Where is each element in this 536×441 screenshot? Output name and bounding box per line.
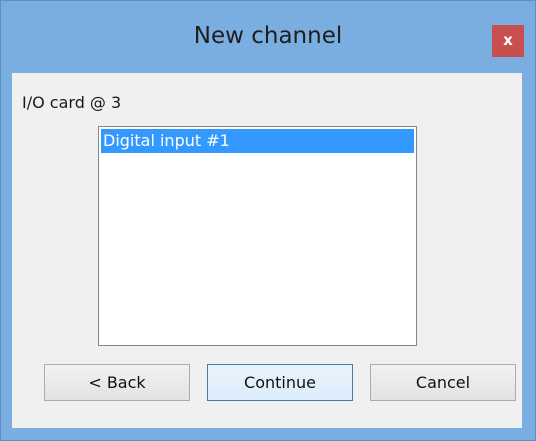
io-card-label: I/O card @ 3 [22,93,122,112]
close-button[interactable]: x [492,25,524,57]
dialog-body: I/O card @ 3 Digital input #1 < Back Con… [12,73,522,428]
list-item[interactable]: Digital input #1 [101,129,414,153]
back-button[interactable]: < Back [44,364,190,401]
continue-button[interactable]: Continue [207,364,353,401]
cancel-button[interactable]: Cancel [370,364,516,401]
close-icon: x [503,31,513,49]
dialog-window: New channel x I/O card @ 3 Digital input… [0,0,536,441]
window-title: New channel [193,23,343,49]
channel-listbox[interactable]: Digital input #1 [98,126,417,346]
